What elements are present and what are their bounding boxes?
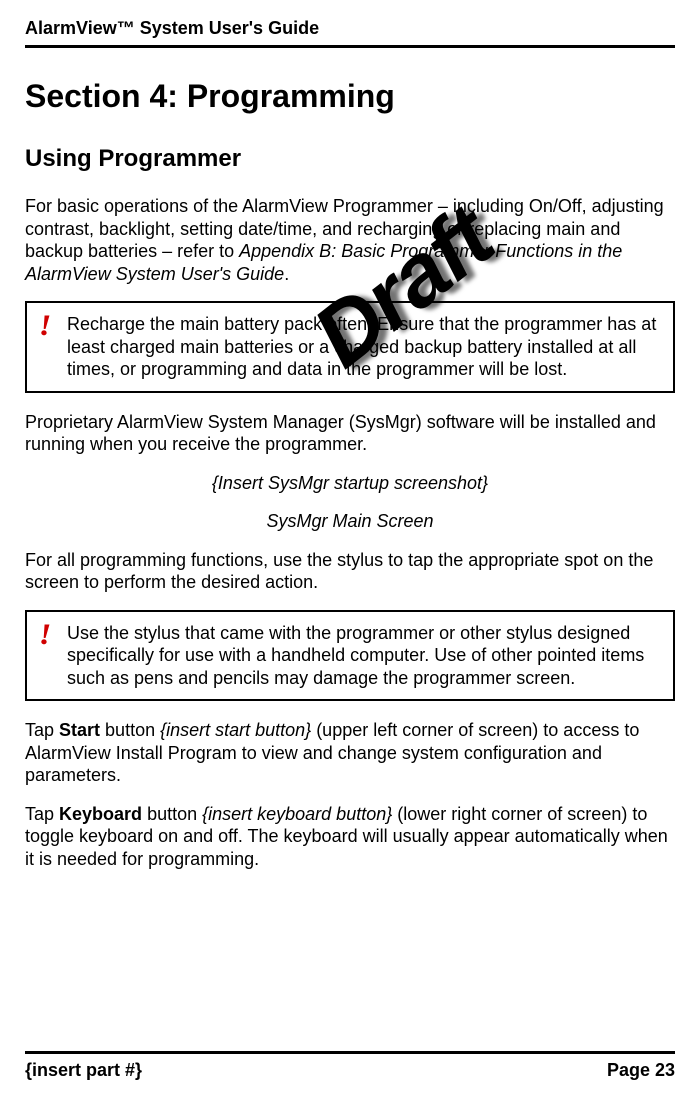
proprietary-paragraph: Proprietary AlarmView System Manager (Sy… xyxy=(25,411,675,456)
footer-part-number: {insert part #} xyxy=(25,1060,142,1081)
screenshot-placeholder: {Insert SysMgr startup screenshot} xyxy=(25,472,675,495)
intro-text-2: . xyxy=(284,264,289,284)
start-button-paragraph: Tap Start button {insert start button} (… xyxy=(25,719,675,787)
header-rule xyxy=(25,45,675,48)
page: AlarmView™ System User's Guide Draft Sec… xyxy=(0,0,700,1097)
warning-box-battery: ! Recharge the main battery pack often. … xyxy=(25,301,675,393)
text-span: button xyxy=(142,804,202,824)
warning-text-battery: Recharge the main battery pack often. En… xyxy=(67,313,661,381)
warning-icon: ! xyxy=(39,311,57,341)
keyboard-button-paragraph: Tap Keyboard button {insert keyboard but… xyxy=(25,803,675,871)
warning-text-stylus: Use the stylus that came with the progra… xyxy=(67,622,661,690)
content-area: Draft Section 4: Programming Using Progr… xyxy=(25,78,675,870)
keyboard-label: Keyboard xyxy=(59,804,142,824)
text-span: Tap xyxy=(25,804,59,824)
footer-row: {insert part #} Page 23 xyxy=(25,1060,675,1081)
start-label: Start xyxy=(59,720,100,740)
footer: {insert part #} Page 23 xyxy=(25,1051,675,1081)
footer-rule xyxy=(25,1051,675,1054)
subheading-using-programmer: Using Programmer xyxy=(25,145,675,173)
footer-page-number: Page 23 xyxy=(607,1060,675,1081)
text-span: Tap xyxy=(25,720,59,740)
screenshot-caption: SysMgr Main Screen xyxy=(25,510,675,533)
warning-icon: ! xyxy=(39,620,57,650)
section-title: Section 4: Programming xyxy=(25,78,675,115)
start-button-placeholder: {insert start button} xyxy=(160,720,311,740)
stylus-paragraph: For all programming functions, use the s… xyxy=(25,549,675,594)
warning-box-stylus: ! Use the stylus that came with the prog… xyxy=(25,610,675,702)
header-title: AlarmView™ System User's Guide xyxy=(25,18,675,43)
keyboard-button-placeholder: {insert keyboard button} xyxy=(202,804,392,824)
intro-paragraph: For basic operations of the AlarmView Pr… xyxy=(25,195,675,285)
text-span: button xyxy=(100,720,160,740)
